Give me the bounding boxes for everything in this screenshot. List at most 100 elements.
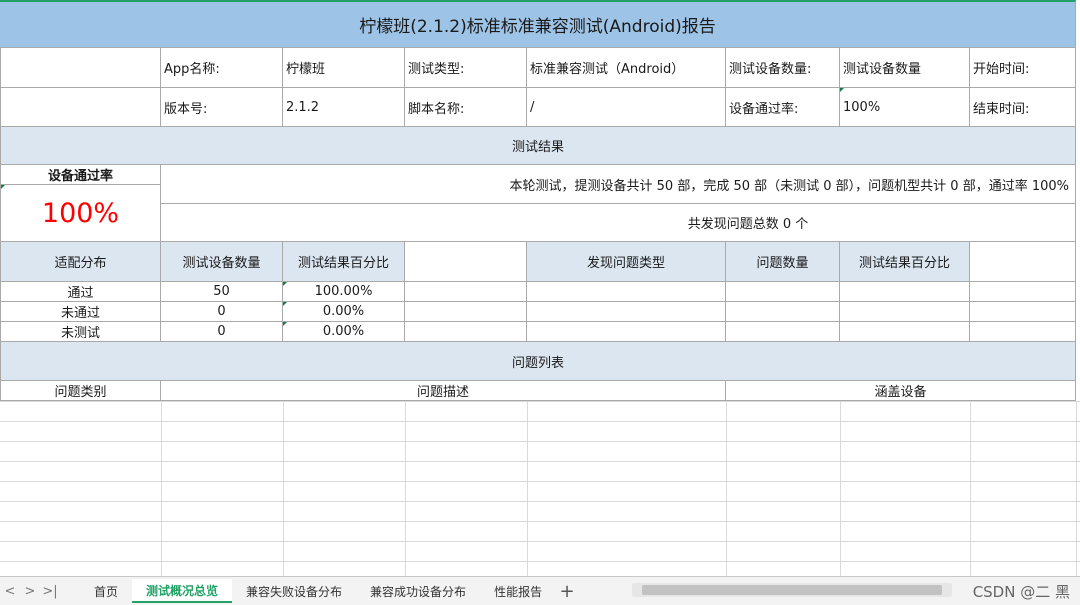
script-label[interactable]: 脚本名称: (405, 88, 527, 127)
dist-header-device-count[interactable]: 测试设备数量 (161, 242, 283, 282)
issue-header-text: 问题描述 (416, 385, 469, 400)
dist-header-text: 测试结果百分比 (858, 256, 950, 271)
empty-cell[interactable] (527, 282, 726, 302)
empty-cell[interactable] (527, 322, 726, 342)
dist-row-pct[interactable]: 0.00% (283, 322, 405, 342)
dist-row-count[interactable]: 0 (161, 302, 283, 322)
sheet-tab-bar: < > >| 首页 测试概况总览 兼容失败设备分布 兼容成功设备分布 性能报告 … (0, 576, 1080, 605)
version-label[interactable]: 版本号: (161, 88, 283, 127)
issue-header-description[interactable]: 问题描述 (161, 381, 726, 401)
app-name-value[interactable]: 柠檬班 (283, 48, 405, 88)
empty-cell[interactable] (405, 282, 527, 302)
dist-header-text: 问题数量 (756, 256, 809, 271)
dist-row-count[interactable]: 50 (161, 282, 283, 302)
summary-text: 本轮测试，提测设备共计 50 部，完成 50 部（未测试 0 部），问题机型共计… (509, 178, 1069, 194)
dist-row-label-text: 未测试 (60, 326, 100, 341)
pass-rate-value-text: 100% (843, 99, 881, 115)
report-title[interactable]: 柠檬班(2.1.2)标准标准兼容测试(Android)报告 (0, 0, 1076, 48)
grid-line (840, 401, 841, 576)
test-type-label[interactable]: 测试类型: (405, 48, 527, 88)
add-sheet-icon[interactable]: + (556, 581, 578, 602)
empty-cell[interactable] (840, 282, 970, 302)
tab-fail-devices[interactable]: 兼容失败设备分布 (232, 579, 356, 603)
empty-cell[interactable] (726, 282, 840, 302)
end-time-label[interactable]: 结束时间: (970, 88, 1076, 127)
test-type-label-text: 测试类型: (408, 62, 465, 77)
grid-line (970, 401, 971, 576)
empty-cell[interactable] (840, 302, 970, 322)
empty-cell[interactable] (970, 302, 1076, 322)
cell-comment-marker-icon (1, 185, 5, 189)
next-sheet-icon[interactable]: > (20, 584, 40, 599)
dist-row-pct-text: 100.00% (314, 284, 373, 299)
empty-grid-area[interactable] (0, 401, 1080, 576)
summary-cell[interactable]: 本轮测试，提测设备共计 50 部，完成 50 部（未测试 0 部），问题机型共计… (161, 165, 1076, 204)
dist-row-count-text: 0 (217, 304, 226, 319)
app-name-value-text: 柠檬班 (286, 62, 326, 77)
pass-rate-big-value: 100% (41, 197, 120, 229)
pass-rate-title-cell[interactable]: 设备通过率 (0, 165, 161, 185)
dist-row-count-text: 0 (217, 324, 226, 339)
dist-header-empty[interactable] (405, 242, 527, 282)
pass-rate-label[interactable]: 设备通过率: (726, 88, 840, 127)
dist-row-pct[interactable]: 0.00% (283, 302, 405, 322)
empty-cell[interactable] (970, 322, 1076, 342)
empty-cell[interactable] (970, 282, 1076, 302)
info-empty-cell-2[interactable] (0, 88, 161, 127)
grid-line (161, 401, 162, 576)
test-result-section[interactable]: 测试结果 (0, 127, 1076, 165)
tab-performance[interactable]: 性能报告 (480, 579, 556, 603)
watermark: CSDN @二 黑 (972, 583, 1070, 601)
empty-cell[interactable] (726, 322, 840, 342)
dist-header-result-pct[interactable]: 测试结果百分比 (283, 242, 405, 282)
dist-header-issue-count[interactable]: 问题数量 (726, 242, 840, 282)
empty-cell[interactable] (527, 302, 726, 322)
dist-row-label[interactable]: 未通过 (0, 302, 161, 322)
empty-cell[interactable] (840, 322, 970, 342)
test-type-value[interactable]: 标准兼容测试（Android） (527, 48, 726, 88)
script-label-text: 脚本名称: (408, 101, 465, 117)
device-count-value-text: 测试设备数量 (843, 62, 922, 77)
issue-header-category[interactable]: 问题类别 (0, 381, 161, 401)
issues-total-cell[interactable]: 共发现问题总数 0 个 (161, 204, 1076, 242)
dist-header-text: 测试结果百分比 (297, 256, 389, 271)
issue-list-section-title: 问题列表 (511, 355, 564, 371)
spreadsheet: 柠檬班(2.1.2)标准标准兼容测试(Android)报告 App名称: 柠檬班… (0, 0, 1080, 576)
scrollbar-thumb[interactable] (642, 585, 942, 595)
device-count-label[interactable]: 测试设备数量: (726, 48, 840, 88)
script-value[interactable]: / (527, 88, 726, 127)
dist-header-empty-2[interactable] (970, 242, 1076, 282)
version-value[interactable]: 2.1.2 (283, 88, 405, 127)
grid-line (283, 401, 284, 576)
prev-sheet-icon[interactable]: < (0, 584, 20, 599)
empty-cell[interactable] (405, 302, 527, 322)
app-name-label[interactable]: App名称: (161, 48, 283, 88)
report-title-text: 柠檬班(2.1.2)标准标准兼容测试(Android)报告 (359, 17, 716, 37)
horizontal-scrollbar[interactable] (632, 583, 952, 597)
tab-success-devices[interactable]: 兼容成功设备分布 (356, 579, 480, 603)
pass-rate-big-cell[interactable]: 100% (0, 185, 161, 242)
issue-header-devices[interactable]: 涵盖设备 (726, 381, 1076, 401)
tab-home[interactable]: 首页 (80, 579, 132, 603)
dist-header-distribution[interactable]: 适配分布 (0, 242, 161, 282)
empty-cell[interactable] (726, 302, 840, 322)
start-time-label[interactable]: 开始时间: (970, 48, 1076, 88)
issues-total-text: 共发现问题总数 0 个 (687, 217, 809, 232)
dist-header-issue-type[interactable]: 发现问题类型 (527, 242, 726, 282)
dist-row-pct[interactable]: 100.00% (283, 282, 405, 302)
pass-rate-value[interactable]: 100% (840, 88, 970, 127)
dist-row-label[interactable]: 通过 (0, 282, 161, 302)
script-value-text: / (530, 99, 535, 115)
dist-row-count[interactable]: 0 (161, 322, 283, 342)
dist-row-pct-text: 0.00% (322, 324, 365, 339)
empty-cell[interactable] (405, 322, 527, 342)
dist-row-label[interactable]: 未测试 (0, 322, 161, 342)
dist-header-result-pct-2[interactable]: 测试结果百分比 (840, 242, 970, 282)
start-time-label-text: 开始时间: (973, 62, 1030, 77)
issue-list-section[interactable]: 问题列表 (0, 342, 1076, 381)
last-sheet-icon[interactable]: >| (40, 584, 60, 599)
info-empty-cell[interactable] (0, 48, 161, 88)
test-type-value-text: 标准兼容测试（Android） (530, 62, 685, 77)
device-count-value[interactable]: 测试设备数量 (840, 48, 970, 88)
tab-overview[interactable]: 测试概况总览 (132, 579, 233, 603)
